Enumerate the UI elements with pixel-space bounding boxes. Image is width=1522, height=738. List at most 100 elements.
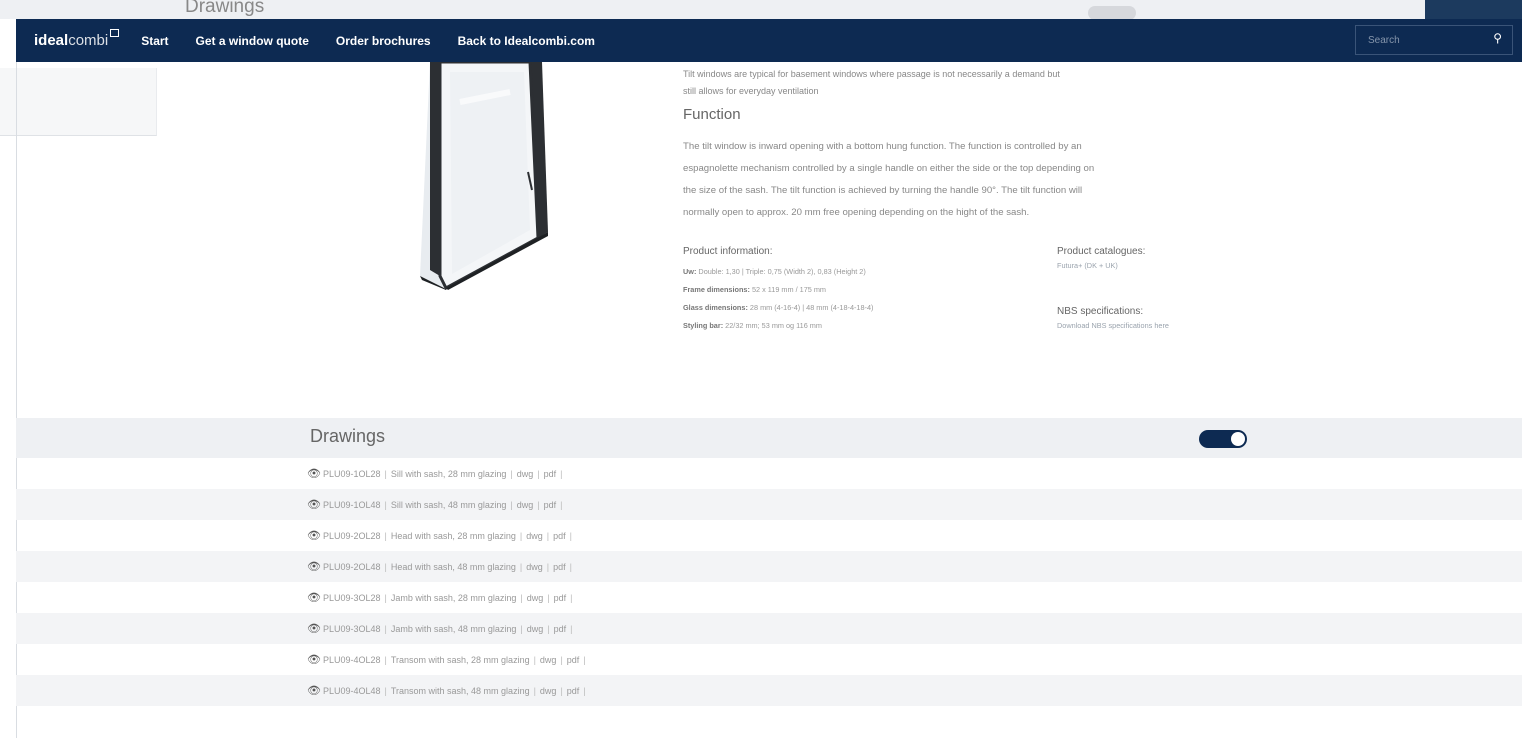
- info-label: Frame dimensions:: [683, 285, 750, 294]
- function-line: espagnolette mechanism controlled by a s…: [683, 163, 1095, 174]
- nav-link-order-brochures[interactable]: Order brochures: [336, 34, 431, 48]
- product-catalogues-heading: Product catalogues:: [1057, 246, 1146, 257]
- info-styling-bar: Styling bar: 22/32 mm; 53 mm og 116 mm: [683, 317, 1023, 335]
- background-panel: [0, 68, 157, 136]
- pdf-link[interactable]: pdf: [553, 531, 566, 541]
- logo-mark-icon: [110, 29, 120, 37]
- dwg-link[interactable]: dwg: [517, 500, 534, 510]
- product-information: Product information: Uw: Double: 1,30 | …: [683, 246, 1023, 335]
- function-heading: Function: [683, 106, 741, 123]
- drawing-description: Jamb with sash, 28 mm glazing: [390, 592, 517, 603]
- dwg-link[interactable]: dwg: [527, 593, 544, 603]
- eye-icon[interactable]: 👁: [307, 467, 321, 480]
- eye-icon[interactable]: 👁: [307, 684, 321, 697]
- search-icon[interactable]: ⚲: [1493, 31, 1502, 45]
- drawing-description: Head with sash, 48 mm glazing: [390, 561, 516, 572]
- search-box: ⚲: [1355, 25, 1513, 55]
- intro-line: Tilt windows are typical for basement wi…: [683, 69, 1060, 79]
- drawing-description: Jamb with sash, 48 mm glazing: [390, 623, 517, 634]
- info-glass-dimensions: Glass dimensions: 28 mm (4-16-4) | 48 mm…: [683, 299, 1023, 317]
- drawings-title: Drawings: [310, 426, 386, 446]
- drawing-code[interactable]: PLU09-2OL48: [323, 562, 381, 572]
- drawing-row: 👁 PLU09-2OL48 | Head with sash, 48 mm gla…: [16, 551, 1522, 582]
- dwg-link[interactable]: dwg: [540, 655, 557, 665]
- nav-links: Start Get a window quote Order brochures…: [141, 34, 622, 48]
- drawings-toggle[interactable]: [1199, 430, 1247, 448]
- intro-line: still allows for everyday ventilation: [683, 86, 819, 96]
- drawings-list: 👁 PLU09-1OL28 | Sill with sash, 28 mm gla…: [16, 458, 1522, 706]
- pdf-link[interactable]: pdf: [567, 655, 580, 665]
- drawing-code[interactable]: PLU09-1OL48: [323, 500, 381, 510]
- info-value: 22/32 mm; 53 mm og 116 mm: [725, 321, 822, 330]
- info-label: Styling bar:: [683, 321, 724, 330]
- drawing-description: Head with sash, 28 mm glazing: [390, 530, 516, 541]
- toggle-knob: [1231, 432, 1245, 446]
- dwg-link[interactable]: dwg: [540, 686, 557, 696]
- drawing-description: Sill with sash, 48 mm glazing: [390, 499, 507, 510]
- info-label: Glass dimensions:: [683, 303, 748, 312]
- function-description: The tilt window is inward opening with a…: [683, 136, 1253, 224]
- dwg-link[interactable]: dwg: [527, 624, 544, 634]
- drawing-row: 👁 PLU09-3OL28 | Jamb with sash, 28 mm gla…: [307, 591, 573, 604]
- eye-icon[interactable]: 👁: [307, 498, 321, 511]
- pdf-link[interactable]: pdf: [544, 469, 557, 479]
- drawing-code[interactable]: PLU09-1OL28: [323, 469, 381, 479]
- dwg-link[interactable]: dwg: [526, 562, 543, 572]
- eye-icon[interactable]: 👁: [307, 653, 321, 666]
- drawing-description: Sill with sash, 28 mm glazing: [390, 468, 507, 479]
- tilt-window-image: [420, 62, 548, 290]
- drawing-description: Transom with sash, 48 mm glazing: [390, 685, 530, 696]
- logo-light-text: combi: [68, 32, 109, 49]
- top-navbar: ideal combi Start Get a window quote Orde…: [16, 19, 1522, 62]
- eye-icon[interactable]: 👁: [307, 591, 321, 604]
- info-value: 52 x 119 mm / 175 mm: [751, 285, 827, 294]
- product-intro: Tilt windows are typical for basement wi…: [683, 66, 1253, 100]
- nav-link-window-quote[interactable]: Get a window quote: [196, 34, 309, 48]
- pdf-link[interactable]: pdf: [554, 593, 567, 603]
- eye-icon[interactable]: 👁: [307, 529, 321, 542]
- drawing-code[interactable]: PLU09-3OL48: [323, 624, 381, 634]
- drawing-row: 👁 PLU09-1OL48 | Sill with sash, 48 mm gla…: [16, 489, 1522, 520]
- drawing-code[interactable]: PLU09-4OL28: [323, 655, 381, 665]
- info-label: Uw:: [683, 267, 697, 276]
- drawing-row: 👁 PLU09-4OL48 | Transom with sash, 48 mm …: [16, 675, 1522, 706]
- background-toggle: [1088, 6, 1136, 20]
- background-corner-block: [1425, 0, 1522, 19]
- product-information-heading: Product information:: [683, 246, 773, 257]
- drawing-row: 👁 PLU09-3OL48 | Jamb with sash, 48 mm gla…: [16, 613, 1522, 644]
- idealcombi-logo[interactable]: ideal combi: [34, 29, 120, 49]
- logo-bold-text: ideal: [34, 32, 69, 49]
- function-line: The tilt window is inward opening with a…: [683, 141, 1082, 152]
- pdf-link[interactable]: pdf: [567, 686, 580, 696]
- search-input[interactable]: [1356, 26, 1484, 54]
- pdf-link[interactable]: pdf: [544, 500, 557, 510]
- eye-icon[interactable]: 👁: [307, 622, 321, 635]
- drawing-code[interactable]: PLU09-4OL48: [323, 686, 381, 696]
- dwg-link[interactable]: dwg: [517, 469, 534, 479]
- drawing-description: Transom with sash, 28 mm glazing: [390, 654, 530, 665]
- nav-link-back-to-site[interactable]: Back to Idealcombi.com: [458, 34, 595, 48]
- pdf-link[interactable]: pdf: [553, 562, 566, 572]
- eye-icon[interactable]: 👁: [307, 560, 321, 573]
- product-catalogues: Product catalogues: Futura+ (DK + UK) NB…: [1057, 246, 1277, 330]
- function-line: normally open to approx. 20 mm free open…: [683, 207, 1030, 218]
- drawing-code[interactable]: PLU09-2OL28: [323, 531, 381, 541]
- drawing-code[interactable]: PLU09-3OL28: [323, 593, 381, 603]
- catalogue-link[interactable]: Futura+ (DK + UK): [1057, 261, 1277, 270]
- info-uw: Uw: Double: 1,30 | Triple: 0,75 (Width 2…: [683, 263, 1023, 281]
- info-frame-dimensions: Frame dimensions: 52 x 119 mm / 175 mm: [683, 281, 1023, 299]
- drawing-row: 👁 PLU09-2OL28 | Head with sash, 28 mm gla…: [307, 529, 572, 542]
- dwg-link[interactable]: dwg: [526, 531, 543, 541]
- drawing-row: 👁 PLU09-1OL28 | Sill with sash, 28 mm gla…: [307, 467, 563, 480]
- info-value: Double: 1,30 | Triple: 0,75 (Width 2), 0…: [698, 267, 866, 276]
- drawing-row: 👁 PLU09-4OL28 | Transom with sash, 28 mm …: [307, 653, 586, 666]
- nav-link-start[interactable]: Start: [141, 34, 168, 48]
- background-header-strip: Drawings: [0, 0, 1522, 20]
- info-value: 28 mm (4-16-4) | 48 mm (4-18-4-18-4): [749, 303, 874, 312]
- nbs-download-link[interactable]: Download NBS specifications here: [1057, 321, 1277, 330]
- background-drawings-title: Drawings: [185, 0, 265, 17]
- function-line: the size of the sash. The tilt function …: [683, 185, 1083, 196]
- drawings-header: Drawings: [16, 418, 1522, 458]
- nbs-specifications-heading: NBS specifications:: [1057, 306, 1144, 317]
- pdf-link[interactable]: pdf: [554, 624, 567, 634]
